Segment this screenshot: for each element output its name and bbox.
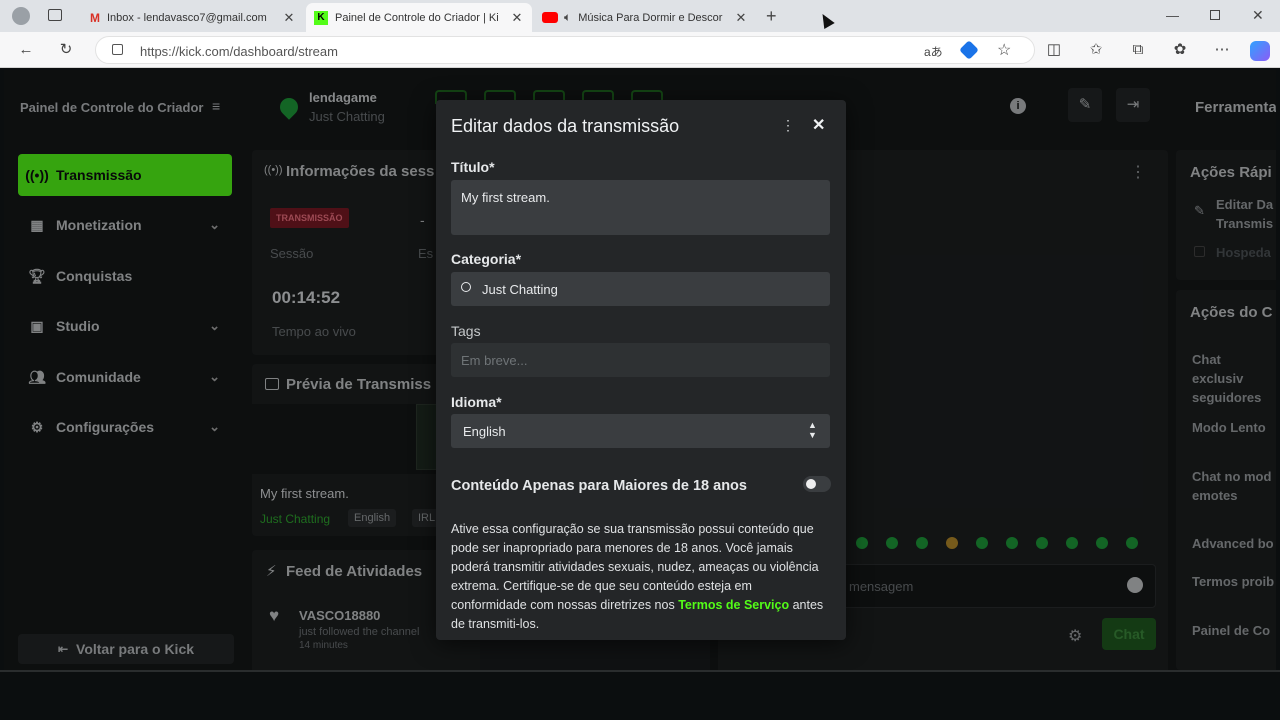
favorites-icon[interactable]: ✩ [1086, 40, 1106, 60]
modal-title: Editar dados da transmissão [451, 116, 680, 136]
more-options-icon[interactable]: ⋯ [1212, 40, 1232, 60]
tab-actions-icon[interactable] [48, 9, 62, 21]
category-input-value: Just Chatting [482, 282, 558, 297]
tab-title: Inbox - lendavasco7@gmail.com [107, 11, 267, 24]
tab-gmail[interactable]: M Inbox - lendavasco7@gmail.com ✕ [82, 3, 304, 32]
kick-icon: K [314, 10, 328, 25]
taskbar-area [0, 670, 1280, 720]
edit-stream-modal: Editar dados da transmissão ⋮ ✕ Título* … [436, 100, 846, 640]
close-icon[interactable]: ✕ [734, 10, 748, 26]
title-label: Título* [451, 159, 495, 175]
tags-input-placeholder: Em breve... [461, 353, 528, 368]
youtube-icon [542, 12, 558, 23]
url-text[interactable]: https://kick.com/dashboard/stream [140, 44, 338, 59]
language-select[interactable]: English ▲ ▼ [451, 414, 830, 448]
reload-icon[interactable]: ↻ [56, 40, 76, 60]
browser-extension-icon[interactable]: ✿ [1170, 40, 1190, 60]
back-arrow-icon[interactable]: ← [16, 40, 36, 60]
category-label: Categoria* [451, 251, 522, 267]
tab-kick[interactable]: K Painel de Controle do Criador | Ki ✕ [306, 3, 532, 32]
category-input[interactable]: Just Chatting [451, 272, 830, 306]
profile-icon[interactable] [12, 7, 30, 25]
minimize-icon[interactable]: — [1166, 8, 1179, 23]
close-icon[interactable]: ✕ [812, 115, 825, 135]
adult-content-label: Conteúdo Apenas para Maiores de 18 anos [451, 478, 747, 494]
close-icon[interactable]: ✕ [510, 10, 524, 26]
adult-content-toggle[interactable] [803, 476, 831, 492]
title-input-value: My first stream. [461, 190, 550, 205]
tab-title: Painel de Controle do Criador | Ki [335, 11, 499, 24]
language-label: Idioma* [451, 394, 502, 410]
extension-icon[interactable] [959, 40, 979, 60]
lock-icon[interactable] [112, 44, 123, 55]
favorite-star-icon[interactable]: ☆ [997, 40, 1011, 60]
title-input[interactable]: My first stream. [451, 180, 830, 235]
read-aloud-icon[interactable]: aあ [924, 43, 943, 60]
split-screen-icon[interactable]: ◫ [1044, 40, 1064, 60]
search-icon [461, 282, 471, 292]
adult-content-description: Ative essa configuração se sua transmiss… [451, 520, 831, 634]
language-select-value: English [463, 424, 506, 439]
tab-title: Música Para Dormir e Descor [578, 11, 723, 24]
browser-tab-bar: M Inbox - lendavasco7@gmail.com ✕ K Pain… [0, 0, 1280, 32]
modal-options-icon[interactable]: ⋮ [781, 117, 795, 134]
select-arrows-icon: ▲ ▼ [808, 420, 817, 440]
collections-icon[interactable]: ⧉ [1128, 40, 1148, 60]
browser-toolbar: ← ↻ https://kick.com/dashboard/stream aあ… [0, 32, 1280, 68]
toggle-knob [806, 479, 816, 489]
new-tab-icon[interactable]: + [766, 6, 777, 27]
tags-input[interactable]: Em breve... [451, 343, 830, 377]
terms-of-service-link[interactable]: Termos de Serviço [678, 598, 789, 612]
maximize-icon[interactable] [1210, 10, 1220, 20]
speaker-icon[interactable]: 🔈︎ [564, 10, 571, 25]
address-bar[interactable]: https://kick.com/dashboard/stream aあ ☆ [95, 36, 1035, 64]
tags-label: Tags [451, 323, 481, 339]
tab-youtube[interactable]: 🔈︎ Música Para Dormir e Descor ✕ [534, 3, 756, 32]
gmail-icon: M [90, 10, 100, 25]
copilot-icon[interactable] [1250, 41, 1270, 61]
close-window-icon[interactable]: ✕ [1252, 7, 1264, 24]
close-icon[interactable]: ✕ [282, 10, 296, 26]
